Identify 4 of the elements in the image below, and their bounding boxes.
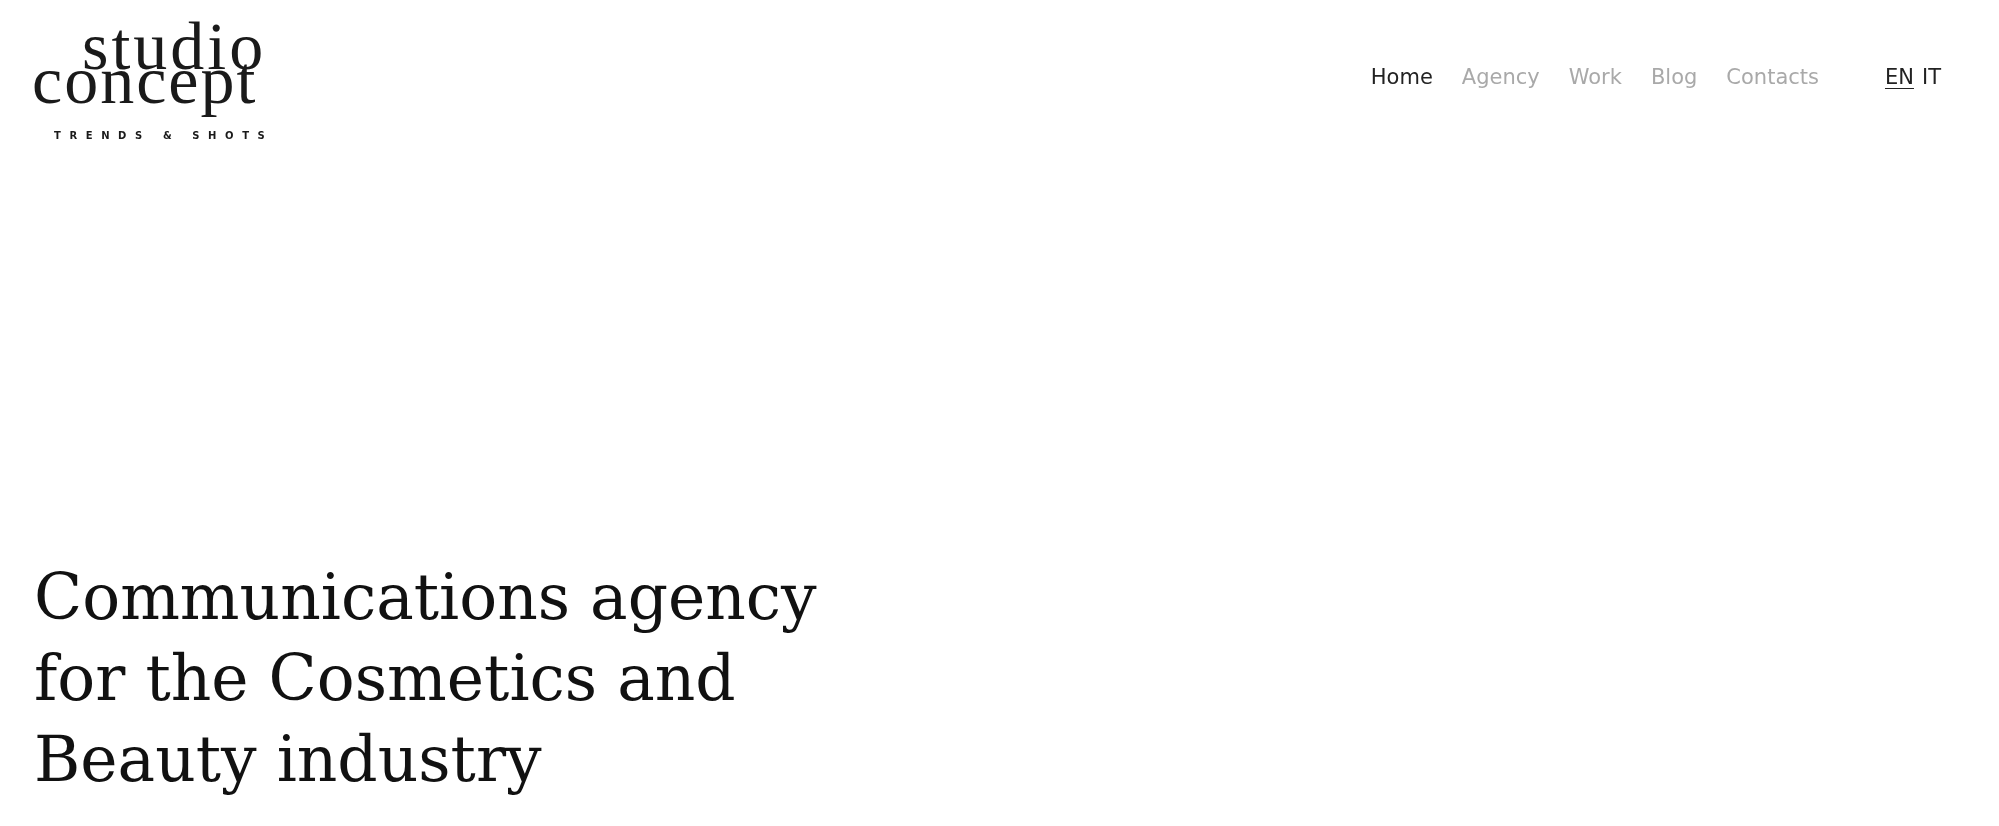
language-link[interactable]: EN — [1885, 60, 1914, 94]
language-link[interactable]: IT — [1921, 60, 1941, 94]
nav-link[interactable]: Home — [1370, 60, 1433, 94]
hero-heading: Communications agency for the Cosmetics and Beauty industry — [34, 560, 818, 798]
